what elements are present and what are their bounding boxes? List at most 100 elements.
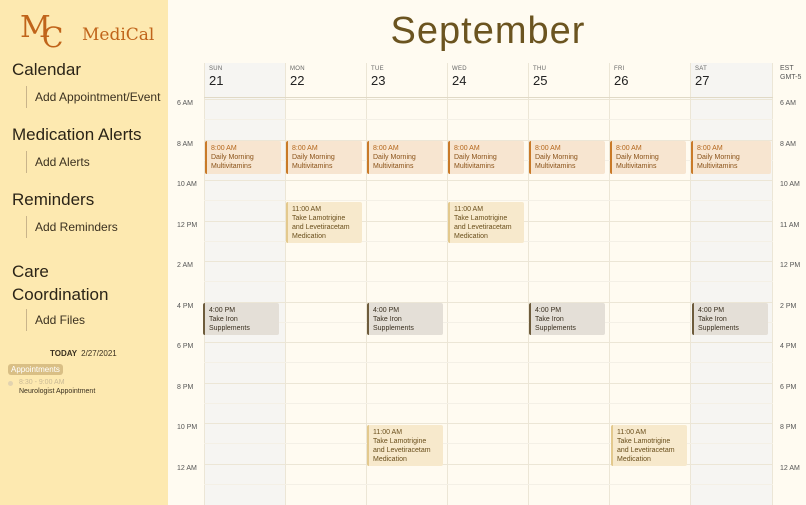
today-indicator: TODAY 2/27/2021 [50, 349, 117, 358]
event-time: 8:00 AM [535, 145, 561, 152]
hour-line [204, 464, 773, 465]
alt-time-label: 6 PM [780, 384, 797, 391]
day-of-week: MON [290, 66, 305, 72]
event-multivitamins[interactable]: 8:00 AM Daily Morning Multivitamins [367, 141, 443, 174]
day-column-sun[interactable]: SUN 21 [204, 63, 285, 505]
hour-line [204, 423, 773, 424]
time-label: 6 AM [177, 100, 193, 107]
event-lamotrigine[interactable]: 11:00 AM Take Lamotrigine and Levetirace… [367, 425, 443, 466]
timezone-label: EST GMT-5 [780, 64, 801, 82]
time-label: 8 AM [177, 141, 193, 148]
event-title: Daily Morning Multivitamins [292, 154, 335, 170]
app-name: MediCal [82, 25, 155, 45]
event-time: 11:00 AM [373, 429, 403, 436]
event-time: 11:00 AM [617, 429, 647, 436]
nav-heading-medication-alerts[interactable]: Medication Alerts [12, 125, 141, 145]
event-iron-supplements[interactable]: 4:00 PM Take Iron Supplements [529, 303, 605, 335]
event-title: Take Iron Supplements [698, 316, 739, 332]
app-logo[interactable]: M C MediCal [20, 8, 154, 54]
event-time: 4:00 PM [698, 307, 725, 314]
event-title: Daily Morning Multivitamins [535, 154, 578, 170]
day-header: THU 25 [533, 66, 547, 88]
half-hour-line [204, 484, 773, 485]
day-header: SAT 27 [695, 66, 709, 88]
time-label: 10 PM [177, 424, 198, 431]
event-lamotrigine[interactable]: 11:00 AM Take Lamotrigine and Levetirace… [611, 425, 687, 466]
event-time: 8:00 AM [454, 145, 480, 152]
day-number: 25 [533, 73, 548, 88]
alt-time-label: 8 AM [780, 141, 796, 148]
day-number: 27 [695, 73, 710, 88]
event-lamotrigine[interactable]: 11:00 AM Take Lamotrigine and Levetirace… [286, 202, 362, 243]
day-column-sat[interactable]: SAT 27 [690, 63, 773, 505]
nav-heading-reminders[interactable]: Reminders [12, 190, 94, 210]
event-title: Take Lamotrigine and Levetiracetam Medic… [292, 215, 350, 240]
add-appointment-link[interactable]: Add Appointment/Event [26, 86, 160, 108]
alt-time-label: 6 AM [780, 100, 796, 107]
event-title: Take Lamotrigine and Levetiracetam Medic… [373, 438, 431, 463]
day-of-week: SAT [695, 66, 708, 72]
nav-heading-care-coordination[interactable]: Care Coordination [12, 260, 142, 306]
time-label: 10 AM [177, 181, 197, 188]
half-hour-line [204, 200, 773, 201]
event-iron-supplements[interactable]: 4:00 PM Take Iron Supplements [692, 303, 768, 335]
day-column-mon[interactable]: MON 22 [285, 63, 366, 505]
event-time: 8:00 AM [616, 145, 642, 152]
event-title: Daily Morning Multivitamins [211, 154, 254, 170]
hour-line [204, 383, 773, 384]
timezone-offset: GMT-5 [780, 74, 802, 81]
add-reminders-link[interactable]: Add Reminders [26, 216, 118, 238]
event-multivitamins[interactable]: 8:00 AM Daily Morning Multivitamins [448, 141, 524, 174]
event-iron-supplements[interactable]: 4:00 PM Take Iron Supplements [203, 303, 279, 335]
alt-time-label: 11 AM [780, 222, 800, 229]
day-header: FRI 26 [614, 66, 628, 88]
event-title: Take Iron Supplements [209, 316, 250, 332]
event-time: 8:00 AM [292, 145, 318, 152]
day-of-week: SUN [209, 66, 223, 72]
event-title: Take Iron Supplements [535, 316, 576, 332]
event-time: 8:00 AM [373, 145, 399, 152]
event-multivitamins[interactable]: 8:00 AM Daily Morning Multivitamins [286, 141, 362, 174]
event-iron-supplements[interactable]: 4:00 PM Take Iron Supplements [367, 303, 443, 335]
day-header: TUE 23 [371, 66, 385, 88]
day-header: MON 22 [290, 66, 305, 88]
event-time: 4:00 PM [373, 307, 400, 314]
half-hour-line [204, 119, 773, 120]
day-number: 22 [290, 73, 305, 88]
appointment-title[interactable]: Neurologist Appointment [19, 388, 95, 395]
day-number: 21 [209, 73, 224, 88]
day-header: WED 24 [452, 66, 467, 88]
day-column-thu[interactable]: THU 25 [528, 63, 609, 505]
event-title: Daily Morning Multivitamins [616, 154, 659, 170]
event-multivitamins[interactable]: 8:00 AM Daily Morning Multivitamins [205, 141, 281, 174]
time-label: 2 AM [177, 262, 193, 269]
hour-line [204, 342, 773, 343]
day-of-week: WED [452, 66, 467, 72]
half-hour-line [204, 322, 773, 323]
day-number: 23 [371, 73, 386, 88]
half-hour-line [204, 403, 773, 404]
time-label: 12 PM [177, 222, 198, 229]
time-label: 6 PM [177, 343, 194, 350]
add-files-link[interactable]: Add Files [26, 309, 85, 331]
event-multivitamins[interactable]: 8:00 AM Daily Morning Multivitamins [529, 141, 605, 174]
appointments-chip[interactable]: Appointments [8, 364, 63, 375]
nav-heading-calendar[interactable]: Calendar [12, 60, 81, 80]
event-time: 4:00 PM [535, 307, 562, 314]
day-of-week: FRI [614, 66, 625, 72]
hour-line [204, 99, 773, 100]
half-hour-line [204, 281, 773, 282]
day-column-wed[interactable]: WED 24 [447, 63, 528, 505]
add-alerts-link[interactable]: Add Alerts [26, 151, 90, 173]
alt-time-label: 10 AM [780, 181, 800, 188]
logo-mark-icon: M C [20, 8, 76, 54]
sidebar: M C MediCal Calendar Add Appointment/Eve… [0, 0, 168, 505]
hour-line [204, 302, 773, 303]
event-multivitamins[interactable]: 8:00 AM Daily Morning Multivitamins [691, 141, 771, 174]
event-title: Daily Morning Multivitamins [697, 154, 740, 170]
event-title: Daily Morning Multivitamins [373, 154, 416, 170]
event-title: Daily Morning Multivitamins [454, 154, 497, 170]
half-hour-line [204, 443, 773, 444]
event-lamotrigine[interactable]: 11:00 AM Take Lamotrigine and Levetirace… [448, 202, 524, 243]
event-multivitamins[interactable]: 8:00 AM Daily Morning Multivitamins [610, 141, 686, 174]
